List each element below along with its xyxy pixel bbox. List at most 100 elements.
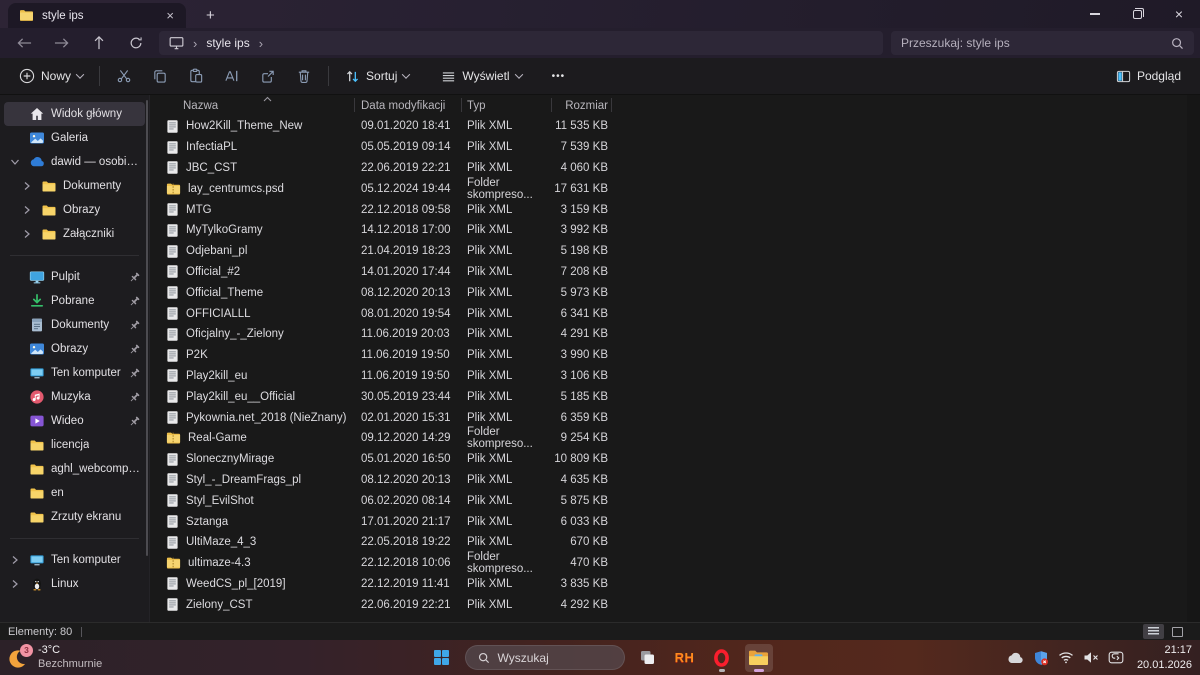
search-icon[interactable]: [1171, 37, 1184, 50]
close-button[interactable]: ×: [1158, 0, 1200, 28]
file-name-cell[interactable]: InfectiaPL: [160, 140, 355, 155]
file-row[interactable]: How2Kill_Theme_New09.01.2020 18:41Plik X…: [160, 116, 1200, 137]
file-name-cell[interactable]: MyTylkoGramy: [160, 223, 355, 238]
file-row[interactable]: P2K11.06.2019 19:50Plik XML3 990 KB: [160, 345, 1200, 366]
paste-button[interactable]: [179, 62, 213, 90]
file-row[interactable]: lay_centrumcs.psd05.12.2024 19:44Folder …: [160, 178, 1200, 199]
file-row[interactable]: Zielony_CST22.06.2019 22:21Plik XML4 292…: [160, 594, 1200, 615]
file-name-cell[interactable]: MTG: [160, 202, 355, 217]
file-row[interactable]: Sztanga17.01.2020 21:17Plik XML6 033 KB: [160, 511, 1200, 532]
search-input[interactable]: Przeszukaj: style ips: [891, 31, 1194, 55]
cut-button[interactable]: [107, 62, 141, 90]
new-button[interactable]: Nowy: [10, 62, 92, 90]
chevron-down-icon[interactable]: [8, 157, 22, 167]
file-row[interactable]: MTG22.12.2018 09:58Plik XML3 159 KB: [160, 199, 1200, 220]
sidebar-item-widok-główny[interactable]: Widok główny: [4, 102, 145, 126]
explorer-tab[interactable]: style ips ×: [8, 3, 186, 28]
column-header-date[interactable]: Data modyfikacji: [355, 95, 462, 116]
file-name-cell[interactable]: SlonecznyMirage: [160, 452, 355, 467]
file-name-cell[interactable]: Sztanga: [160, 514, 355, 529]
more-options-button[interactable]: •••: [543, 62, 575, 90]
tab-close-icon[interactable]: ×: [162, 8, 178, 23]
sidebar-item-dokumenty[interactable]: Dokumenty: [4, 313, 145, 337]
rh-app-button[interactable]: RH: [671, 644, 699, 672]
file-name-cell[interactable]: Play2kill_eu: [160, 368, 355, 383]
details-view-button[interactable]: [1143, 624, 1164, 639]
chevron-right-icon[interactable]: [20, 229, 34, 239]
security-alert-icon[interactable]: [1033, 650, 1049, 666]
sidebar-item-aghl-webcompiler[interactable]: aghl_webcompiler: [4, 457, 145, 481]
breadcrumb-segment[interactable]: style ips: [206, 36, 249, 50]
file-name-cell[interactable]: Real-Game: [160, 431, 355, 445]
maximize-button[interactable]: [1116, 0, 1158, 28]
file-row[interactable]: MyTylkoGramy14.12.2018 17:00Plik XML3 99…: [160, 220, 1200, 241]
file-row[interactable]: ultimaze-4.322.12.2018 10:06Folder skomp…: [160, 553, 1200, 574]
file-row[interactable]: SlonecznyMirage05.01.2020 16:50Plik XML1…: [160, 449, 1200, 470]
file-row[interactable]: Official_#214.01.2020 17:44Plik XML7 208…: [160, 262, 1200, 283]
file-name-cell[interactable]: lay_centrumcs.psd: [160, 182, 355, 196]
weather-widget[interactable]: 3 -3°C Bezchmurnie: [7, 644, 102, 672]
file-name-cell[interactable]: P2K: [160, 348, 355, 363]
file-row[interactable]: Oficjalny_-_Zielony11.06.2019 20:03Plik …: [160, 324, 1200, 345]
up-button[interactable]: [80, 30, 117, 56]
chevron-right-icon[interactable]: [8, 555, 22, 565]
sidebar-item-dawid-osobiste[interactable]: dawid — osobiste: [4, 150, 145, 174]
copy-button[interactable]: [143, 62, 177, 90]
file-row[interactable]: Odjebani_pl21.04.2019 18:23Plik XML5 198…: [160, 241, 1200, 262]
file-row[interactable]: Official_Theme08.12.2020 20:13Plik XML5 …: [160, 282, 1200, 303]
file-row[interactable]: Real-Game09.12.2020 14:29Folder skompres…: [160, 428, 1200, 449]
new-tab-button[interactable]: +: [200, 3, 221, 28]
file-name-cell[interactable]: Play2kill_eu__Official: [160, 389, 355, 404]
touch-keyboard-icon[interactable]: [1108, 651, 1124, 664]
file-row[interactable]: Play2kill_eu__Official30.05.2019 23:44Pl…: [160, 386, 1200, 407]
file-row[interactable]: Pykownia.net_2018 (NieZnany)02.01.2020 1…: [160, 407, 1200, 428]
column-header-name[interactable]: Nazwa: [160, 95, 355, 116]
chevron-right-icon[interactable]: [8, 579, 22, 589]
wifi-icon[interactable]: [1058, 651, 1074, 664]
sidebar-item-pobrane[interactable]: Pobrane: [4, 289, 145, 313]
file-name-cell[interactable]: Pykownia.net_2018 (NieZnany): [160, 410, 355, 425]
column-header-type[interactable]: Typ: [462, 95, 552, 116]
thumbnails-view-button[interactable]: [1167, 624, 1188, 639]
share-button[interactable]: [251, 62, 285, 90]
chevron-right-icon[interactable]: [20, 181, 34, 191]
sidebar-item-ten-komputer[interactable]: Ten komputer: [4, 548, 145, 572]
file-name-cell[interactable]: Styl_-_DreamFrags_pl: [160, 472, 355, 487]
file-row[interactable]: Styl_-_DreamFrags_pl08.12.2020 20:13Plik…: [160, 470, 1200, 491]
file-name-cell[interactable]: How2Kill_Theme_New: [160, 119, 355, 134]
clock[interactable]: 21:17 20.01.2026: [1137, 643, 1192, 672]
back-button[interactable]: [6, 30, 43, 56]
file-row[interactable]: OFFICIALLL08.01.2020 19:54Plik XML6 341 …: [160, 303, 1200, 324]
preview-button[interactable]: Podgląd: [1107, 62, 1190, 90]
sidebar-item-pulpit[interactable]: Pulpit: [4, 265, 145, 289]
sort-button[interactable]: Sortuj: [336, 62, 418, 90]
file-row[interactable]: WeedCS_pl_[2019]22.12.2019 11:41Plik XML…: [160, 574, 1200, 595]
file-name-cell[interactable]: Official_#2: [160, 264, 355, 279]
file-row[interactable]: JBC_CST22.06.2019 22:21Plik XML4 060 KB: [160, 158, 1200, 179]
delete-button[interactable]: [287, 62, 321, 90]
file-row[interactable]: UltiMaze_4_322.05.2018 19:22Plik XML670 …: [160, 532, 1200, 553]
file-name-cell[interactable]: ultimaze-4.3: [160, 556, 355, 570]
file-explorer-button[interactable]: [745, 644, 773, 672]
onedrive-cloud-icon[interactable]: [1007, 652, 1024, 664]
file-row[interactable]: InfectiaPL05.05.2019 09:14Plik XML7 539 …: [160, 137, 1200, 158]
opera-button[interactable]: [708, 644, 736, 672]
sidebar-item-załączniki[interactable]: Załączniki: [4, 222, 145, 246]
sidebar-item-obrazy[interactable]: Obrazy: [4, 198, 145, 222]
breadcrumb[interactable]: › style ips ›: [159, 31, 883, 55]
start-button[interactable]: [428, 644, 456, 672]
sidebar-item-zrzuty-ekranu[interactable]: Zrzuty ekranu: [4, 505, 145, 529]
chevron-right-icon[interactable]: ›: [259, 36, 263, 51]
sidebar-item-en[interactable]: en: [4, 481, 145, 505]
this-pc-icon[interactable]: [169, 36, 184, 50]
file-name-cell[interactable]: JBC_CST: [160, 160, 355, 175]
sidebar-item-dokumenty[interactable]: Dokumenty: [4, 174, 145, 198]
file-name-cell[interactable]: Oficjalny_-_Zielony: [160, 327, 355, 342]
file-row[interactable]: Play2kill_eu11.06.2019 19:50Plik XML3 10…: [160, 366, 1200, 387]
sidebar-scrollbar[interactable]: [146, 100, 148, 556]
sidebar-item-obrazy[interactable]: Obrazy: [4, 337, 145, 361]
task-view-button[interactable]: [634, 644, 662, 672]
rename-button[interactable]: [215, 62, 249, 90]
file-row[interactable]: Styl_EvilShot06.02.2020 08:14Plik XML5 8…: [160, 490, 1200, 511]
sidebar-item-galeria[interactable]: Galeria: [4, 126, 145, 150]
